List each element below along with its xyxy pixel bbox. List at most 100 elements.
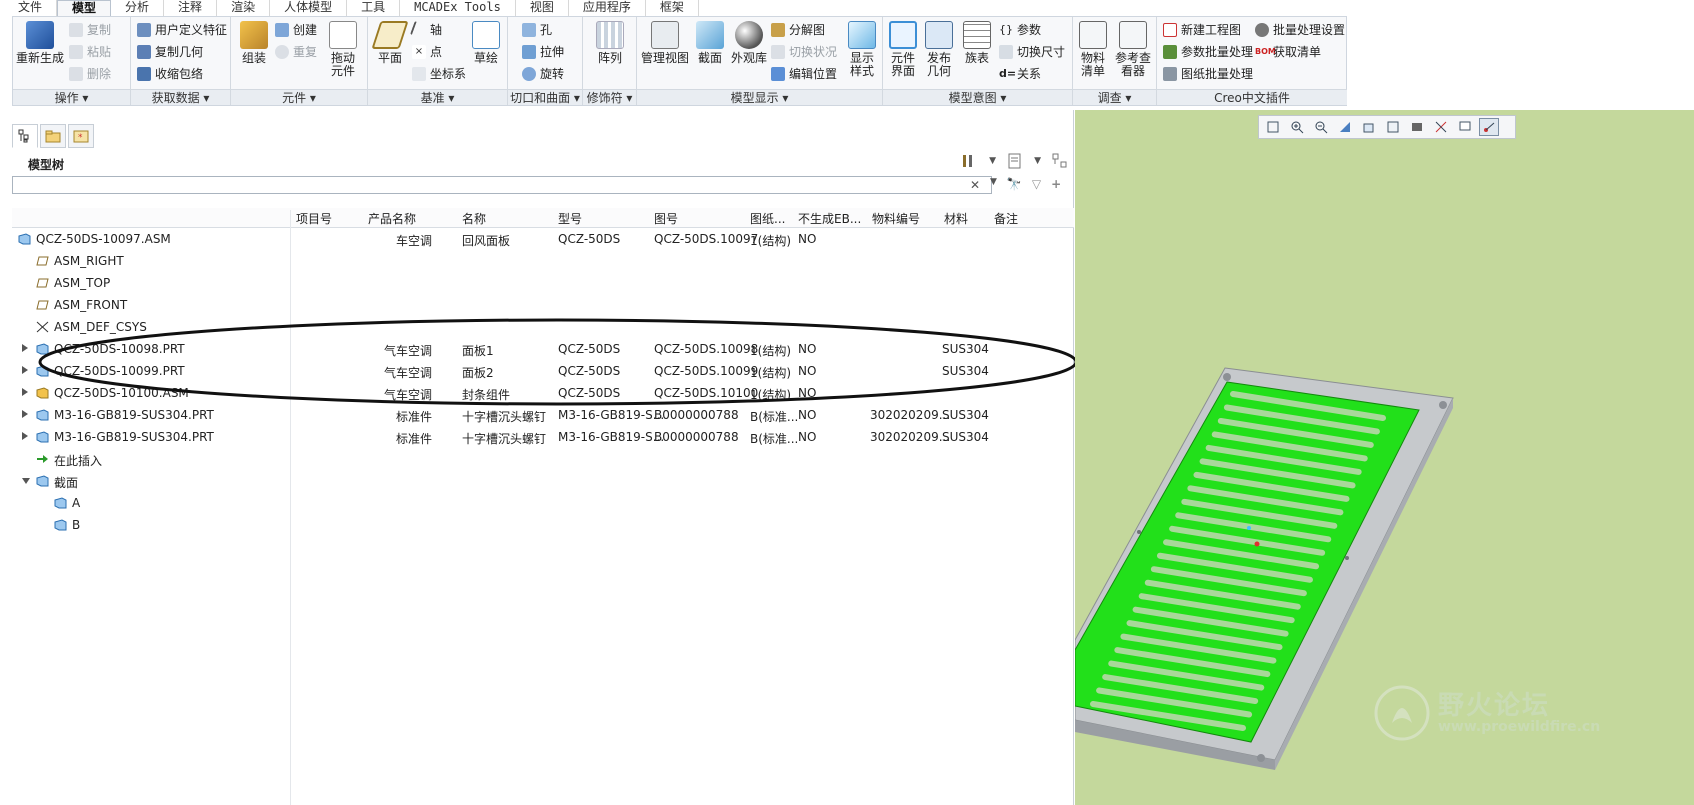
tree-row[interactable]: ASM_FRONT [12, 294, 1074, 316]
annotation-display-icon[interactable] [1455, 118, 1475, 136]
toggle-status-button[interactable]: 切换状况 [771, 43, 837, 61]
display-style-button[interactable]: 显示样式 [843, 21, 881, 78]
menu-tab-tools[interactable]: 工具 [347, 0, 401, 16]
tree-node-name[interactable]: B [72, 518, 80, 532]
menu-tab-annotate[interactable]: 注释 [164, 0, 218, 16]
tree-node-name[interactable]: M3-16-GB819-SUS304.PRT [54, 430, 214, 444]
add-column-icon[interactable]: + [1051, 177, 1061, 191]
paste-button[interactable]: 粘贴 [69, 43, 111, 61]
tree-node-name[interactable]: ASM_TOP [54, 276, 110, 290]
tree-node-name[interactable]: ASM_RIGHT [54, 254, 124, 268]
shrinkwrap-button[interactable]: 收缩包络 [137, 65, 203, 83]
revolve-button[interactable]: 旋转 [522, 65, 564, 83]
copy-button[interactable]: 复制 [69, 21, 111, 39]
group-title-get-data[interactable]: 获取数据 ▾ [131, 89, 230, 105]
exploded-view-button[interactable]: 分解图 [771, 21, 825, 39]
tree-search-input[interactable] [12, 176, 992, 194]
tree-row[interactable]: QCZ-50DS-10097.ASM 车空调 回风面板 QCZ-50DS QCZ-50D… [12, 228, 1074, 250]
column-model[interactable]: 型号 [558, 210, 582, 227]
group-title-model-intent[interactable]: 模型意图 ▾ [883, 89, 1072, 105]
menu-tab-file[interactable]: 文件 [4, 0, 58, 16]
batch-settings-button[interactable]: 批量处理设置 [1255, 21, 1345, 39]
tab-folder-browser[interactable] [40, 124, 66, 148]
expand-arrow-icon[interactable] [22, 344, 28, 352]
edit-position-button[interactable]: 编辑位置 [771, 65, 837, 83]
tree-filter-icon[interactable] [1051, 152, 1069, 170]
group-title-model-display[interactable]: 模型显示 ▾ [637, 89, 882, 105]
tree-node-name[interactable]: 截面 [54, 474, 78, 491]
menu-tab-render[interactable]: 渲染 [217, 0, 271, 16]
column-no-ebom[interactable]: 不生成EB... [798, 210, 861, 227]
tab-model-tree[interactable] [12, 124, 38, 148]
binoculars-icon[interactable]: 🔭 [1007, 177, 1022, 191]
tree-row[interactable]: 在此插入 [12, 448, 1074, 470]
bom-button[interactable]: 物料清单 [1075, 21, 1111, 78]
column-sheet[interactable]: 图纸... [750, 210, 785, 227]
new-drawing-button[interactable]: 新建工程图 [1163, 21, 1241, 39]
expand-arrow-icon[interactable] [22, 410, 28, 418]
drag-component-button[interactable]: 拖动元件 [323, 21, 363, 78]
assemble-button[interactable]: 组装 [233, 21, 275, 65]
tree-show-dropdown-icon[interactable]: ▼ [1034, 156, 1041, 166]
menu-tab-model[interactable]: 模型 [57, 0, 112, 16]
expand-arrow-icon[interactable] [22, 366, 28, 374]
expand-arrow-icon[interactable] [22, 388, 28, 396]
datum-display-icon[interactable] [1431, 118, 1451, 136]
filter-icon[interactable]: ▽ [1032, 177, 1041, 191]
extrude-button[interactable]: 拉伸 [522, 43, 564, 61]
menu-tab-applications[interactable]: 应用程序 [569, 0, 646, 16]
publish-geometry-button[interactable]: 发布几何 [923, 21, 955, 78]
tree-node-name[interactable]: QCZ-50DS-10097.ASM [36, 232, 171, 246]
menu-tab-analysis[interactable]: 分析 [111, 0, 165, 16]
expand-arrow-icon[interactable] [22, 432, 28, 440]
section-button[interactable]: 截面 [693, 21, 727, 65]
repeat-button[interactable]: 重复 [275, 43, 317, 61]
tree-settings-icon[interactable] [961, 152, 979, 170]
display-style-view-icon[interactable] [1407, 118, 1427, 136]
parameters-button[interactable]: {} 参数 [999, 21, 1041, 39]
tree-node-name[interactable]: 在此插入 [54, 452, 102, 469]
spin-center-icon[interactable] [1479, 118, 1499, 136]
point-button[interactable]: × 点 [412, 43, 442, 61]
regenerate-button[interactable]: 重新生成 [15, 21, 65, 65]
search-dropdown-icon[interactable]: ▼ [990, 177, 997, 191]
tree-row[interactable]: B [12, 514, 1074, 536]
column-item-no[interactable]: 项目号 [296, 210, 332, 227]
tree-row[interactable]: ASM_TOP [12, 272, 1074, 294]
menu-tab-manikin[interactable]: 人体模型 [270, 0, 348, 16]
group-title-cut-surface[interactable]: 切口和曲面 ▾ [508, 89, 582, 105]
hole-button[interactable]: 孔 [522, 21, 552, 39]
param-batch-button[interactable]: 参数批量处理 [1163, 43, 1253, 61]
column-remarks[interactable]: 备注 [994, 210, 1018, 227]
tree-row[interactable]: A [12, 492, 1074, 514]
column-name[interactable]: 名称 [462, 210, 486, 227]
tree-row[interactable]: M3-16-GB819-SUS304.PRT 标准件 十字槽沉头螺钉 M3-16-GB… [12, 426, 1074, 448]
plane-button[interactable]: 平面 [370, 21, 410, 65]
pattern-button[interactable]: 阵列 [589, 21, 631, 65]
relations-button[interactable]: d= 关系 [999, 65, 1041, 83]
delete-button[interactable]: 删除 [69, 65, 111, 83]
tab-favorites[interactable]: * [68, 124, 94, 148]
create-button[interactable]: 创建 [275, 21, 317, 39]
copy-geometry-button[interactable]: 复制几何 [137, 43, 203, 61]
switch-dimensions-button[interactable]: 切换尺寸 [999, 43, 1065, 61]
group-title-operations[interactable]: 操作 ▾ [13, 89, 130, 105]
family-table-button[interactable]: 族表 [959, 21, 995, 65]
column-drawing-no[interactable]: 图号 [654, 210, 678, 227]
zoom-out-icon[interactable] [1311, 118, 1331, 136]
tree-show-icon[interactable] [1006, 152, 1024, 170]
collapse-arrow-icon[interactable] [22, 478, 30, 484]
tree-row[interactable]: ASM_RIGHT [12, 250, 1074, 272]
manage-views-button[interactable]: 管理视图 [639, 21, 691, 65]
column-material-no[interactable]: 物料编号 [872, 210, 920, 227]
user-feature-button[interactable]: 用户定义特征 [137, 21, 227, 39]
column-product-name[interactable]: 产品名称 [368, 210, 416, 227]
csys-button[interactable]: 坐标系 [412, 65, 466, 83]
refit-icon[interactable] [1263, 118, 1283, 136]
repaint-icon[interactable] [1335, 118, 1355, 136]
reference-viewer-button[interactable]: 参考查看器 [1113, 21, 1153, 78]
saved-views-icon[interactable] [1383, 118, 1403, 136]
column-material[interactable]: 材料 [944, 210, 968, 227]
menu-tab-view[interactable]: 视图 [516, 0, 569, 16]
tree-row[interactable]: 截面 [12, 470, 1074, 492]
